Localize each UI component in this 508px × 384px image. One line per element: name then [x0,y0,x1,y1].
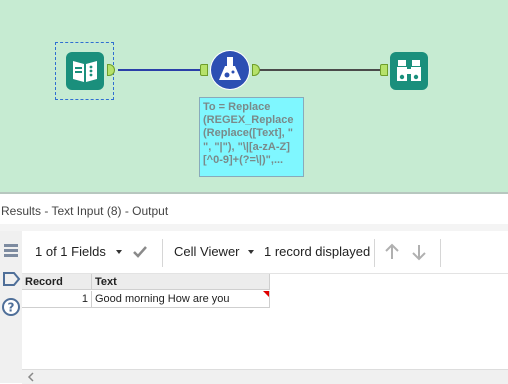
arrow-up-icon[interactable] [384,243,400,261]
arrow-down-icon[interactable] [411,243,427,261]
results-title: Results - Text Input (8) - Output [0,199,508,223]
binoculars-icon [397,60,421,81]
truncation-marker-icon [263,291,269,297]
column-header-record[interactable]: Record [22,274,92,290]
browse-tool[interactable] [390,52,428,90]
checkmark-icon[interactable] [132,245,148,259]
table-view-icon[interactable] [1,241,21,261]
results-side-toolbar: ? [0,231,23,383]
connector-formula-to-browse [258,69,380,71]
scroll-left-icon[interactable] [26,372,36,382]
text-input-tool[interactable] [66,52,104,90]
cell-viewer-selector[interactable]: Cell Viewer [174,244,240,259]
horizontal-scrollbar[interactable] [22,369,508,384]
help-icon[interactable]: ? [1,297,21,317]
cell-text-value: Good morning How are you [95,293,230,305]
formula-annotation: To = Replace (REGEX_Replace (Replace([Te… [199,97,304,177]
cell-text[interactable]: Good morning How are you [92,291,270,308]
cell-record[interactable]: 1 [22,291,92,308]
viewer-dropdown-caret-icon[interactable] [248,250,254,254]
results-grid[interactable]: Record Text 1 Good morning How are you [22,274,508,369]
connector-input-to-formula [118,69,200,71]
toolbar-separator [374,239,375,267]
input-anchor-browse[interactable] [380,64,388,76]
fields-selector[interactable]: 1 of 1 Fields [35,244,106,259]
flask-icon [211,51,249,89]
fields-dropdown-caret-icon[interactable] [116,250,122,254]
results-toolbar: 1 of 1 Fields Cell Viewer 1 record displ… [22,231,508,274]
metadata-view-icon[interactable] [1,269,21,289]
book-icon [73,61,97,82]
toolbar-separator [162,239,163,267]
svg-text:?: ? [8,301,15,315]
input-anchor-formula[interactable] [200,64,208,76]
toolbar-separator [440,239,441,267]
column-header-text[interactable]: Text [92,274,270,290]
canvas-divider[interactable] [0,192,508,194]
formula-tool[interactable] [210,50,250,90]
record-count-label: 1 record displayed [264,244,371,259]
